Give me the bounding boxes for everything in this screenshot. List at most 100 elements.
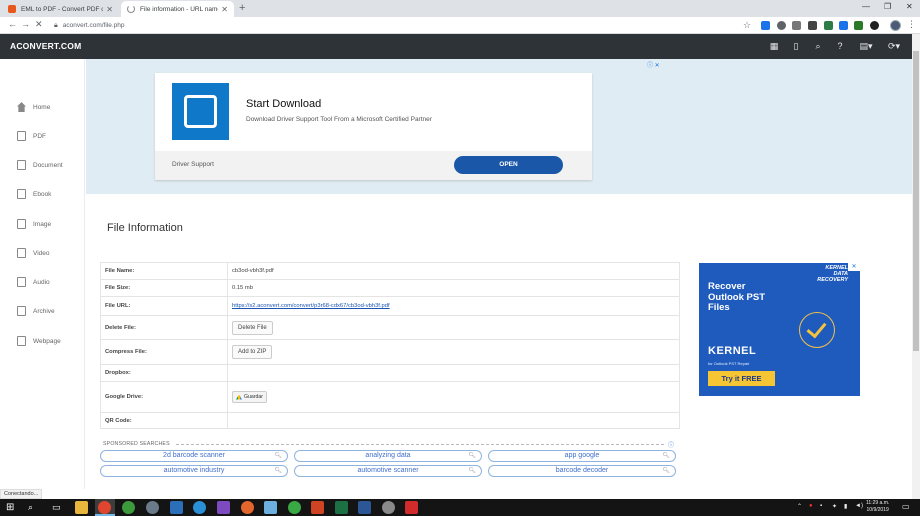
browser-tab[interactable]: EML to PDF - Convert PDF online ✕	[2, 1, 119, 17]
firefox-icon[interactable]	[241, 501, 254, 514]
sidebar-item-video[interactable]: Video	[17, 248, 50, 258]
sidebar-item-pdf[interactable]: PDF	[17, 131, 46, 141]
sidebar-item-home[interactable]: Home	[17, 102, 50, 112]
app-icon[interactable]	[122, 501, 135, 514]
notifications-icon[interactable]: ▭	[902, 502, 910, 511]
powerpoint-icon[interactable]	[311, 501, 324, 514]
back-icon[interactable]: ←	[8, 19, 17, 29]
lock-icon: 🔒︎	[54, 21, 58, 29]
restore-icon[interactable]: ❐	[884, 2, 891, 11]
bookmark-icon[interactable]: ▯	[788, 39, 804, 53]
chrome-icon[interactable]	[98, 501, 111, 514]
sponsored-search-link[interactable]: automotive scanner 🔍︎	[294, 465, 482, 477]
extension-icon[interactable]	[839, 21, 848, 30]
clock-date: 10/9/2019	[866, 507, 889, 513]
taskbar-clock[interactable]: 11:29 a.m. 10/9/2019	[866, 500, 889, 514]
close-tab-icon[interactable]: ✕	[221, 5, 228, 14]
search-icon[interactable]: ⌕	[28, 501, 41, 514]
sidebar-item-webpage[interactable]: Webpage	[17, 336, 61, 346]
tray-app-icon[interactable]: ▪	[820, 503, 822, 509]
search-icon: 🔍︎	[274, 453, 282, 459]
forward-icon[interactable]: →	[21, 19, 30, 29]
row-key: Delete File:	[100, 315, 228, 340]
refresh-icon[interactable]: ⟳▾	[884, 39, 904, 53]
extension-icon[interactable]	[824, 21, 833, 30]
app-icon[interactable]	[193, 501, 206, 514]
extension-icon[interactable]	[792, 21, 801, 30]
task-view-icon[interactable]: ▭	[52, 501, 65, 514]
search-icon[interactable]: ⌕	[810, 39, 826, 53]
pdf-file-icon	[17, 131, 26, 141]
grid-icon[interactable]: ▦	[766, 39, 782, 53]
excel-icon[interactable]	[335, 501, 348, 514]
extension-icon[interactable]	[854, 21, 863, 30]
dropbox-tray-icon[interactable]: ✦	[832, 503, 837, 510]
sidebar-item-archive[interactable]: Archive	[17, 306, 55, 316]
acrobat-icon[interactable]	[405, 501, 418, 514]
button-label: Guardar	[244, 394, 264, 400]
document-file-icon	[17, 160, 26, 170]
page-scrollbar[interactable]	[912, 34, 920, 499]
minimize-icon[interactable]: —	[862, 2, 870, 11]
sponsored-search-link[interactable]: analyzing data 🔍︎	[294, 450, 482, 462]
sidebar-item-label: PDF	[33, 132, 46, 140]
language-icon[interactable]: ▤▾	[856, 39, 876, 53]
close-window-icon[interactable]: ✕	[906, 2, 913, 11]
word-icon[interactable]	[358, 501, 371, 514]
sidebar-item-document[interactable]: Document	[17, 160, 63, 170]
visual-studio-icon[interactable]	[217, 501, 230, 514]
sidebar-item-audio[interactable]: Audio	[17, 277, 50, 287]
address-bar[interactable]: 🔒︎ aconvert.com/file.php	[54, 19, 754, 32]
sponsored-search-link[interactable]: app google 🔍︎	[488, 450, 676, 462]
right-ad-kernel[interactable]: KERNEL DATA RECOVERY ✕ Recover Outlook P…	[699, 263, 860, 396]
stop-icon[interactable]: ✕	[35, 19, 43, 30]
extension-icon[interactable]	[761, 21, 770, 30]
browser-tab-active[interactable]: File information - URL name, siz ✕	[121, 1, 234, 17]
windows-start-icon[interactable]: ⊞	[6, 501, 19, 514]
app-icon[interactable]	[170, 501, 183, 514]
sidebar-item-ebook[interactable]: Ebook	[17, 189, 51, 199]
try-free-button[interactable]: Try it FREE	[708, 371, 775, 386]
image-file-icon	[17, 219, 26, 229]
site-logo[interactable]: ACONVERT.COM	[10, 41, 81, 51]
sidebar-item-image[interactable]: Image	[17, 219, 51, 229]
new-tab-icon[interactable]: +	[239, 2, 245, 14]
sponsored-search-link[interactable]: 2d barcode scanner 🔍︎	[100, 450, 288, 462]
file-url-link[interactable]: https://s2.aconvert.com/convert/p3r68-cd…	[232, 303, 390, 309]
sponsored-searches-label: SPONSORED SEARCHES	[103, 441, 170, 447]
tray-app-icon[interactable]: ●	[809, 503, 813, 509]
search-icon: 🔍︎	[468, 468, 476, 474]
extension-icon[interactable]	[870, 21, 879, 30]
table-row: Delete File: Delete File	[100, 315, 680, 340]
add-to-zip-button[interactable]: Add to ZIP	[232, 345, 273, 359]
browser-menu-icon[interactable]: ⋮	[907, 19, 916, 30]
adchoices-icon[interactable]: ⓘ ✕	[647, 60, 660, 69]
close-ad-icon[interactable]: ✕	[848, 263, 860, 271]
ad-subtitle: Download Driver Support Tool From a Micr…	[246, 116, 432, 123]
bookmark-star-icon[interactable]: ☆	[743, 20, 751, 31]
sidebar-item-label: Home	[33, 103, 51, 111]
volume-icon[interactable]: ◄)	[855, 503, 863, 509]
app-icon[interactable]	[288, 501, 301, 514]
delete-file-button[interactable]: Delete File	[232, 320, 273, 335]
close-tab-icon[interactable]: ✕	[106, 5, 113, 14]
app-icon[interactable]	[264, 501, 277, 514]
ad-open-button[interactable]: OPEN	[454, 156, 563, 174]
profile-avatar[interactable]	[890, 20, 901, 31]
file-name-value: cb3od-vbh3f.pdf	[227, 262, 680, 280]
help-icon[interactable]: ?	[832, 39, 848, 53]
app-icon[interactable]	[382, 501, 395, 514]
extension-icon[interactable]	[777, 21, 786, 30]
driver-support-logo-icon	[172, 83, 229, 140]
tray-chevron-icon[interactable]: ⌃	[797, 503, 802, 510]
sponsored-search-link[interactable]: automotive industry 🔍︎	[100, 465, 288, 477]
extension-icon[interactable]	[808, 21, 817, 30]
sidebar-item-label: Image	[33, 220, 52, 228]
settings-icon[interactable]	[146, 501, 159, 514]
info-icon[interactable]: ⓘ	[668, 440, 674, 449]
file-explorer-icon[interactable]	[75, 501, 88, 514]
google-drive-save-button[interactable]: Guardar	[232, 391, 268, 403]
sponsored-search-link[interactable]: barcode decoder 🔍︎	[488, 465, 676, 477]
network-icon[interactable]: ▮	[844, 503, 847, 510]
top-ad-card[interactable]: Start Download Download Driver Support T…	[155, 73, 592, 180]
